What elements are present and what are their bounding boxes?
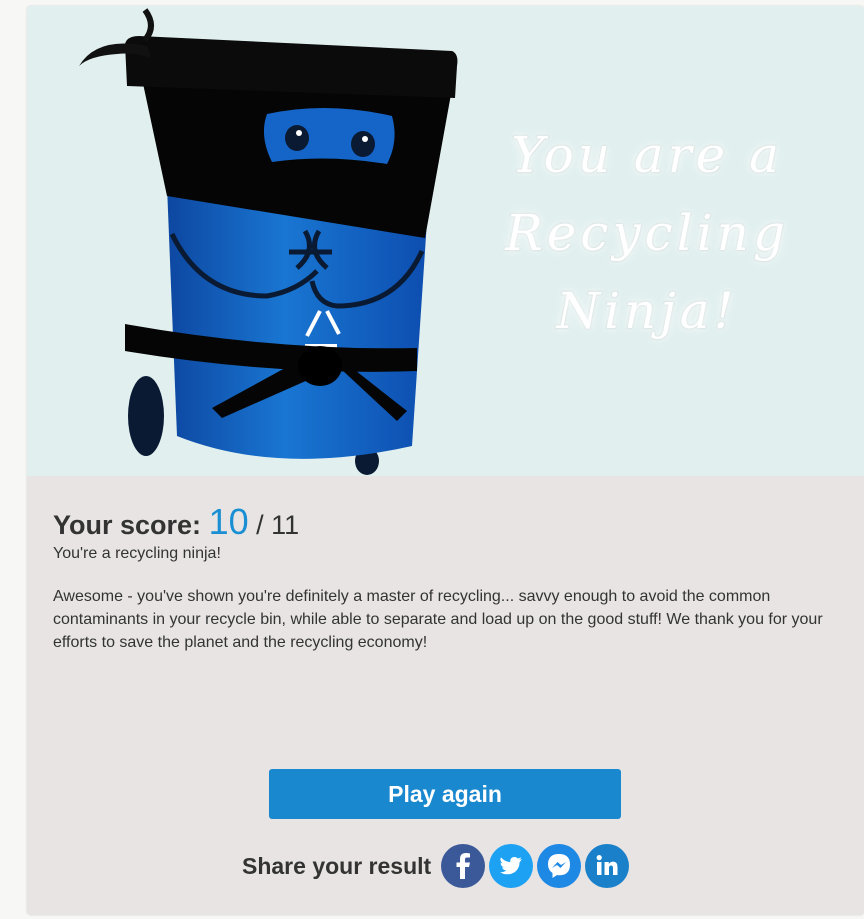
messenger-icon[interactable] [537, 844, 582, 888]
hero-headline-line-3: Ninja! [556, 282, 738, 340]
hero-headline-line-2: Recycling [505, 204, 789, 262]
score-label: Your score: [53, 510, 202, 540]
result-content: Your score: 10 / 11 You're a recycling n… [53, 504, 843, 654]
twitter-icon[interactable] [489, 844, 534, 888]
facebook-icon[interactable] [441, 844, 486, 888]
score-line: Your score: 10 / 11 [53, 504, 843, 543]
hero-banner: You are a Recycling Ninja! [27, 6, 864, 476]
play-again-button[interactable]: Play again [269, 769, 621, 819]
score-value: 10 [208, 501, 249, 542]
hero-headline-line-1: You are a [511, 126, 783, 184]
hero-headline: You are a Recycling Ninja! [467, 116, 827, 350]
result-subtitle: You're a recycling ninja! [53, 545, 221, 562]
result-card: You are a Recycling Ninja! Your score: 1… [27, 6, 864, 915]
score-total: / 11 [256, 510, 300, 540]
linkedin-icon[interactable] [585, 844, 630, 888]
share-label: Share your result [242, 852, 432, 879]
result-description: Awesome - you've shown you're definitely… [53, 588, 823, 651]
share-bar: Share your result [242, 841, 633, 891]
